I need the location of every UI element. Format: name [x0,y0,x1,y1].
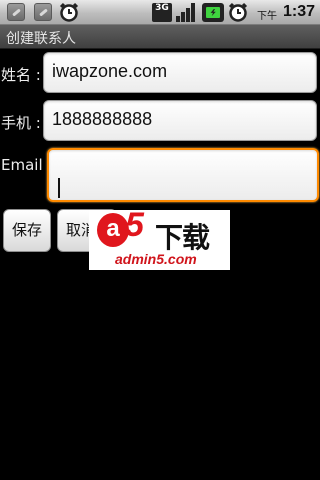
status-time: 1:37 [283,3,316,20]
email-field[interactable] [47,148,319,202]
alarm-clock-icon [227,1,249,23]
name-field[interactable]: iwapzone.com [43,52,317,93]
signal-strength-icon [176,3,196,22]
status-ampm: 下午 [257,11,277,22]
text-caret [58,178,60,198]
save-button[interactable]: 保存 [3,209,51,252]
watermark-logo: a 5 下载 admin5.com [89,206,230,270]
watermark-url: admin5.com [115,251,197,267]
name-value: iwapzone.com [52,61,168,81]
phone-field[interactable]: 1888888888 [43,100,317,141]
title-bar: 创建联系人 [0,25,320,49]
network-type-label: 3G [155,3,169,13]
watermark-logo-text: 下载 [155,221,210,254]
phone-label: 手机 : [1,114,41,132]
battery-charging-icon [202,3,224,22]
notification-icon [34,3,52,21]
watermark-logo-number: 5 [125,206,144,244]
status-bar: 3G 下午 1:37 [0,0,320,25]
phone-value: 1888888888 [52,109,153,129]
alarm-clock-icon [58,1,80,23]
page-title: 创建联系人 [6,31,76,47]
notification-icon [7,3,25,21]
name-label: 姓名 : [1,66,41,84]
network-type-icon: 3G [152,3,172,22]
email-label: Email : [1,156,53,174]
